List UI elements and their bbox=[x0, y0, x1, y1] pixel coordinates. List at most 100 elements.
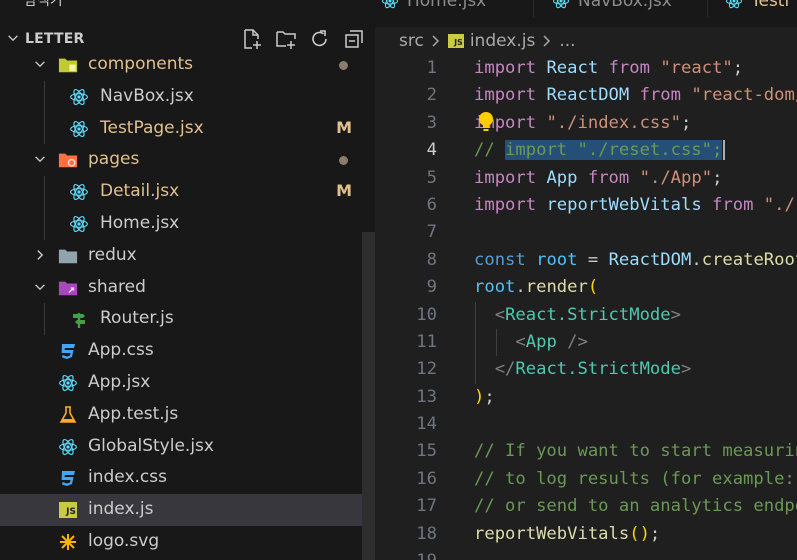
breadcrumb: src JS index.js ... bbox=[399, 29, 576, 53]
react-icon bbox=[381, 0, 399, 10]
explorer-sidebar: 탐색기 LETTER components NavBox.jsx TestPag… bbox=[0, 0, 375, 560]
lightbulb-icon[interactable] bbox=[475, 110, 497, 134]
breadcrumb-folder[interactable]: src bbox=[399, 31, 424, 51]
line-number: 19 bbox=[375, 548, 437, 560]
editor-pane: Home.jsx NavBox.jsx Testi src JS index.j… bbox=[375, 0, 797, 560]
code-text: </React.StrictMode> bbox=[494, 359, 692, 380]
tree-file[interactable]: GlobalStyle.jsx bbox=[0, 431, 375, 463]
code-line[interactable]: 13); bbox=[375, 384, 797, 411]
refresh-explorer-button[interactable] bbox=[309, 28, 331, 50]
chevron-down-icon bbox=[35, 283, 45, 290]
tree-item-label: pages bbox=[88, 149, 140, 170]
tab-testpage-jsx[interactable]: Testi bbox=[725, 0, 789, 12]
code-text: import ReactDOM from "react-dom/client"; bbox=[474, 85, 797, 106]
code-line[interactable]: 17 // or send to an analytics endpoint. L… bbox=[375, 493, 797, 520]
code-text: import reportWebVitals from "./reportWeb… bbox=[474, 194, 797, 215]
code-line[interactable]: 7 bbox=[375, 219, 797, 246]
line-number: 5 bbox=[426, 167, 437, 188]
code-text: import React from "react"; bbox=[474, 58, 744, 78]
breadcrumb-more[interactable]: ... bbox=[559, 31, 575, 51]
modified-dot bbox=[339, 61, 348, 70]
tree-file[interactable]: Router.js bbox=[0, 303, 375, 336]
code-text: <React.StrictMode> bbox=[494, 304, 681, 325]
sidebar-title: 탐색기 bbox=[24, 0, 63, 9]
folder-pages-icon bbox=[58, 150, 78, 170]
new-file-button[interactable] bbox=[241, 28, 263, 50]
tree-file[interactable]: App.test.js bbox=[0, 399, 375, 431]
code-editor[interactable]: 1 import React from "react"; 2 import React… bbox=[375, 55, 797, 560]
line-number: 10 bbox=[416, 304, 437, 325]
react-icon bbox=[69, 214, 89, 234]
chevron-right-icon bbox=[543, 35, 551, 47]
new-folder-button[interactable] bbox=[275, 28, 297, 50]
svg-icon bbox=[58, 532, 78, 552]
tab-label: Home.jsx bbox=[407, 0, 487, 11]
tree-file[interactable]: TestPage.jsx M bbox=[0, 112, 375, 145]
code-line[interactable]: 15 // If you want to start measuring perf… bbox=[375, 438, 797, 465]
tree-file[interactable]: App.css bbox=[0, 335, 375, 367]
tree-file[interactable]: index.css bbox=[0, 462, 375, 494]
tree-file[interactable]: NavBox.jsx bbox=[0, 80, 375, 113]
tree-item-label: Router.js bbox=[100, 308, 174, 329]
code-line[interactable]: 1 import React from "react"; bbox=[375, 55, 797, 82]
new-file-icon bbox=[244, 29, 261, 49]
indent-guide bbox=[44, 112, 45, 145]
line-number: 6 bbox=[426, 194, 437, 215]
sidebar-scrollbar[interactable] bbox=[362, 232, 375, 560]
line-number: 14 bbox=[416, 414, 437, 435]
git-modified-badge: M bbox=[336, 117, 352, 137]
code-line[interactable]: 2 import ReactDOM from "react-dom/client"… bbox=[375, 82, 797, 109]
line-number: 4 bbox=[426, 140, 437, 161]
code-line[interactable]: 3 import "./index.css"; bbox=[375, 110, 797, 137]
code-line[interactable]: 4 // import "./reset.css"; bbox=[375, 137, 797, 164]
tree-file[interactable]: Detail.jsx M bbox=[0, 176, 375, 208]
indent-guide bbox=[44, 176, 45, 208]
tab-navbox-jsx[interactable]: NavBox.jsx bbox=[552, 0, 672, 12]
code-text: // import "./reset.css"; bbox=[474, 137, 726, 164]
tree-file[interactable]: Home.jsx bbox=[0, 207, 375, 240]
code-line[interactable]: 12 </React.StrictMode> bbox=[375, 356, 797, 383]
code-line[interactable]: 6 import reportWebVitals from "./reportWe… bbox=[375, 192, 797, 219]
refresh-icon bbox=[312, 30, 327, 47]
line-number: 16 bbox=[416, 468, 437, 489]
tree-folder[interactable]: shared bbox=[0, 272, 375, 304]
tab-home-jsx[interactable]: Home.jsx bbox=[381, 0, 486, 12]
code-line[interactable]: 18 reportWebVitals(); bbox=[375, 521, 797, 548]
explorer-root-label: LETTER bbox=[25, 31, 85, 47]
code-line[interactable]: 10 <React.StrictMode> bbox=[375, 302, 797, 329]
code-line[interactable]: 19 bbox=[375, 548, 797, 560]
chevron-right-icon bbox=[432, 35, 439, 47]
react-icon bbox=[725, 0, 743, 10]
tree-folder[interactable]: pages bbox=[0, 144, 375, 176]
code-line[interactable]: 5 import App from "./App"; bbox=[375, 165, 797, 192]
code-line[interactable]: 16 // to log results (for example: report… bbox=[375, 466, 797, 493]
collapse-folders-button[interactable] bbox=[343, 28, 365, 50]
line-number: 13 bbox=[416, 386, 437, 407]
tree-item-label: Detail.jsx bbox=[100, 181, 180, 202]
indent-guide bbox=[496, 329, 497, 357]
line-number: 7 bbox=[426, 222, 437, 243]
indent-guide bbox=[44, 207, 45, 240]
code-line[interactable]: 8 const root = ReactDOM.createRoot(docume… bbox=[375, 247, 797, 274]
tree-folder[interactable]: components bbox=[0, 49, 375, 81]
tree-item-label: App.test.js bbox=[88, 403, 179, 424]
tree-file[interactable]: JS index.js bbox=[0, 494, 375, 526]
tree-item-label: components bbox=[88, 54, 194, 74]
tree-item-label: Home.jsx bbox=[100, 212, 180, 233]
code-line[interactable]: 14 bbox=[375, 411, 797, 438]
explorer-actions bbox=[241, 28, 365, 50]
code-text: const root = ReactDOM.createRoot(documen… bbox=[474, 249, 797, 270]
breadcrumb-file[interactable]: index.js bbox=[470, 31, 536, 51]
modified-dot bbox=[339, 156, 348, 166]
react-icon bbox=[69, 182, 89, 202]
tree-item-label: index.js bbox=[88, 499, 154, 520]
tree-folder[interactable]: redux bbox=[0, 240, 375, 272]
indent-guide bbox=[44, 80, 45, 113]
tree-file[interactable]: App.jsx bbox=[0, 367, 375, 399]
code-line[interactable]: 11 <App /> bbox=[375, 329, 797, 356]
tree-item-label: TestPage.jsx bbox=[100, 117, 204, 138]
tree-file[interactable]: logo.svg bbox=[0, 526, 375, 558]
code-line[interactable]: 9 root.render( bbox=[375, 274, 797, 301]
git-modified-badge: M bbox=[336, 181, 352, 201]
code-text: reportWebVitals(); bbox=[474, 523, 661, 544]
